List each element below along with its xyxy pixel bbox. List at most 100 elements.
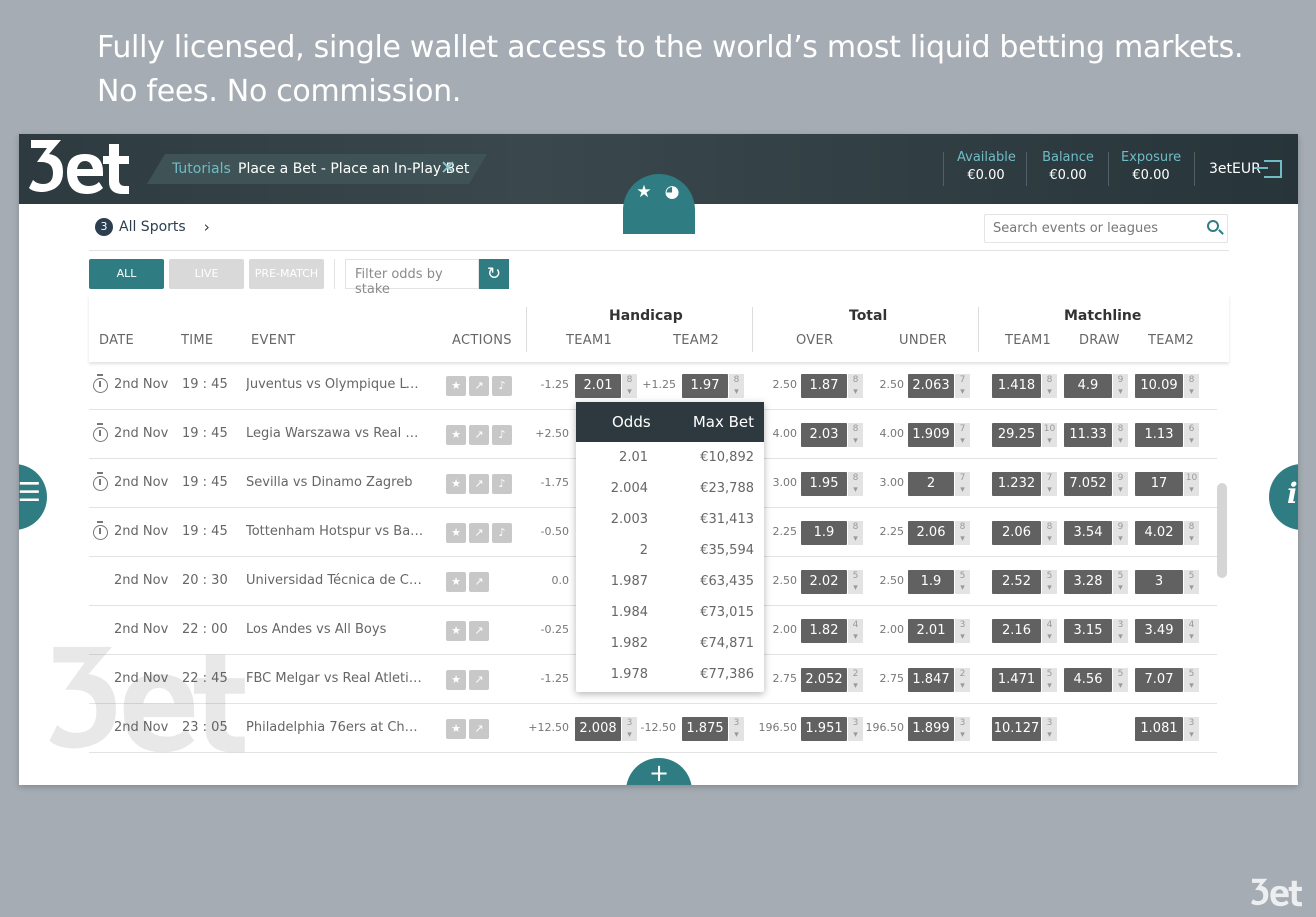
odds-button[interactable]: 3.54 — [1064, 521, 1112, 545]
stake-indicator[interactable]: 8 ▾ — [955, 521, 970, 545]
stake-indicator[interactable]: 4 ▾ — [1042, 619, 1057, 643]
stake-indicator[interactable]: 3 ▾ — [729, 717, 744, 741]
stake-indicator[interactable]: 8 ▾ — [1113, 423, 1128, 447]
trend-icon[interactable]: ↗ — [469, 425, 489, 445]
stake-indicator[interactable]: 9 ▾ — [1113, 521, 1128, 545]
odds-button[interactable]: 1.232 — [992, 472, 1041, 496]
stake-indicator[interactable]: 7 ▾ — [955, 423, 970, 447]
stake-indicator[interactable]: 9 ▾ — [1113, 374, 1128, 398]
event-name[interactable]: Legia Warszawa vs Real Madrid — [246, 426, 424, 441]
col-time[interactable]: TIME — [181, 333, 213, 348]
stake-indicator[interactable]: 5 ▾ — [955, 570, 970, 594]
odds-button[interactable]: 1.081 — [1135, 717, 1183, 741]
stake-indicator[interactable]: 5 ▾ — [1184, 668, 1199, 692]
bell-icon[interactable]: ♪ — [492, 474, 512, 494]
odds-button[interactable]: 1.82 — [801, 619, 847, 643]
info-icon[interactable]: i — [1269, 464, 1298, 530]
odds-button[interactable]: 1.847 — [908, 668, 954, 692]
odds-button[interactable]: 2.008 — [575, 717, 621, 741]
bell-icon[interactable]: ♪ — [492, 425, 512, 445]
odds-button[interactable]: 3.15 — [1064, 619, 1112, 643]
odds-button[interactable]: 3 — [1135, 570, 1183, 594]
stake-indicator[interactable]: 10 ▾ — [1042, 423, 1057, 447]
stake-filter-input[interactable]: Filter odds by stake — [345, 259, 479, 297]
close-icon[interactable]: ✕ — [440, 157, 456, 179]
odds-button[interactable]: 1.95 — [801, 472, 847, 496]
odds-button[interactable]: 29.25 — [992, 423, 1041, 447]
star-icon[interactable]: ★ — [446, 523, 466, 543]
odds-button[interactable]: 4.56 — [1064, 668, 1112, 692]
logout-icon[interactable] — [1256, 160, 1282, 178]
search-input[interactable]: Search events or leagues — [984, 214, 1228, 243]
stake-indicator[interactable]: 3 ▾ — [1042, 717, 1057, 741]
stake-indicator[interactable]: 8 ▾ — [622, 374, 637, 398]
event-name[interactable]: Sevilla vs Dinamo Zagreb — [246, 475, 424, 490]
stake-indicator[interactable]: 3 ▾ — [622, 717, 637, 741]
odds-button[interactable]: 4.02 — [1135, 521, 1183, 545]
stake-indicator[interactable]: 8 ▾ — [1184, 521, 1199, 545]
odds-button[interactable]: 1.9 — [801, 521, 847, 545]
scrollbar[interactable] — [1217, 483, 1227, 578]
trend-icon[interactable]: ↗ — [469, 621, 489, 641]
star-icon[interactable]: ★ — [446, 719, 466, 739]
odds-ladder-row[interactable]: 2.004 €23,788 — [576, 473, 764, 504]
hamburger-icon[interactable]: ☰ — [19, 464, 47, 530]
odds-ladder-row[interactable]: 2.003 €31,413 — [576, 504, 764, 535]
search-icon[interactable] — [1207, 220, 1219, 232]
stake-indicator[interactable]: 7 ▾ — [1042, 472, 1057, 496]
stake-indicator[interactable]: 5 ▾ — [1113, 570, 1128, 594]
trend-icon[interactable]: ↗ — [469, 376, 489, 396]
odds-button[interactable]: 2.16 — [992, 619, 1041, 643]
star-icon[interactable]: ★ — [446, 376, 466, 396]
odds-ladder-row[interactable]: 1.978 €77,386 — [576, 659, 764, 690]
star-icon[interactable]: ★ — [633, 182, 655, 202]
stake-indicator[interactable]: 10 ▾ — [1184, 472, 1199, 496]
odds-button[interactable]: 1.951 — [801, 717, 847, 741]
breadcrumb[interactable]: 3 All Sports › — [95, 218, 210, 236]
odds-button[interactable]: 2.01 — [575, 374, 621, 398]
stake-indicator[interactable]: 5 ▾ — [1184, 570, 1199, 594]
stake-indicator[interactable]: 2 ▾ — [955, 668, 970, 692]
stake-indicator[interactable]: 5 ▾ — [1113, 668, 1128, 692]
bell-icon[interactable]: ♪ — [492, 523, 512, 543]
trend-icon[interactable]: ↗ — [469, 474, 489, 494]
odds-button[interactable]: 7.07 — [1135, 668, 1183, 692]
event-name[interactable]: Juventus vs Olympique Lyonnais — [246, 377, 424, 392]
odds-button[interactable]: 2.52 — [992, 570, 1041, 594]
stake-indicator[interactable]: 3 ▾ — [1184, 717, 1199, 741]
star-icon[interactable]: ★ — [446, 621, 466, 641]
add-bet-button[interactable]: + — [626, 758, 692, 785]
odds-button[interactable]: 3.49 — [1135, 619, 1183, 643]
trend-icon[interactable]: ↗ — [469, 523, 489, 543]
odds-button[interactable]: 11.33 — [1064, 423, 1112, 447]
odds-ladder-row[interactable]: 1.987 €63,435 — [576, 566, 764, 597]
odds-button[interactable]: 2.06 — [908, 521, 954, 545]
odds-button[interactable]: 3.28 — [1064, 570, 1112, 594]
event-name[interactable]: Los Andes vs All Boys — [246, 622, 424, 637]
filter-live-button[interactable]: LIVE — [169, 259, 244, 289]
odds-button[interactable]: 2.052 — [801, 668, 847, 692]
stake-indicator[interactable]: 3 ▾ — [955, 717, 970, 741]
event-name[interactable]: Universidad Técnica de Cajamarca — [246, 573, 424, 588]
odds-button[interactable]: 2.02 — [801, 570, 847, 594]
odds-button[interactable]: 1.899 — [908, 717, 954, 741]
stake-indicator[interactable]: 5 ▾ — [1042, 570, 1057, 594]
stake-indicator[interactable]: 8 ▾ — [1184, 374, 1199, 398]
star-icon[interactable]: ★ — [446, 572, 466, 592]
stake-indicator[interactable]: 6 ▾ — [1184, 423, 1199, 447]
odds-button[interactable]: 2.01 — [908, 619, 954, 643]
3et-logo[interactable] — [27, 136, 137, 200]
bell-icon[interactable]: ♪ — [492, 376, 512, 396]
odds-button[interactable]: 2.063 — [908, 374, 954, 398]
trend-icon[interactable]: ↗ — [469, 670, 489, 690]
odds-button[interactable]: 10.09 — [1135, 374, 1183, 398]
stake-indicator[interactable]: 3 ▾ — [955, 619, 970, 643]
odds-button[interactable]: 1.471 — [992, 668, 1041, 692]
stake-indicator[interactable]: 8 ▾ — [1042, 521, 1057, 545]
chevron-right-icon[interactable]: › — [204, 218, 210, 236]
odds-button[interactable]: 1.9 — [908, 570, 954, 594]
col-date[interactable]: DATE — [99, 333, 134, 348]
star-icon[interactable]: ★ — [446, 670, 466, 690]
event-name[interactable]: FBC Melgar vs Real Atletico Garcilaso — [246, 671, 424, 686]
odds-button[interactable]: 4.9 — [1064, 374, 1112, 398]
